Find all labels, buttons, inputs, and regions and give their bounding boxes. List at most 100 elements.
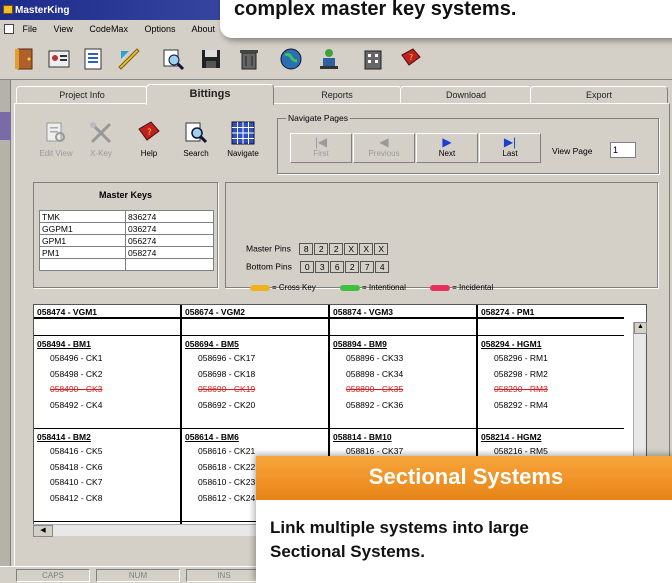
legend-cross-key: = Cross Key [250,283,316,292]
grid-group-row[interactable]: 058694 - BM5 [182,334,328,351]
window-title: MasterKing [15,5,70,16]
grid-row[interactable]: 058418 - CK6 [34,459,180,475]
globe-icon[interactable] [278,46,304,72]
figure-icon[interactable] [316,46,342,72]
callout-line-1: Link multiple systems into large [270,518,529,537]
grid-row[interactable]: 058696 - CK17 [182,350,328,366]
grid-row[interactable]: 058692 - CK20 [182,397,328,413]
help-label: Help [140,149,158,158]
last-page-button[interactable]: ▶| Last [479,133,541,163]
last-label: Last [502,149,518,158]
menu-view[interactable]: View [54,24,73,34]
menu-options[interactable]: Options [144,24,175,34]
grid-column-header[interactable]: 058274 - PM1 [478,305,624,319]
master-key-row[interactable]: GGPM1 036274 [39,222,214,235]
grid-row[interactable]: 058890 - CK35 [330,381,476,397]
search-icon[interactable] [160,46,186,72]
key-name: GGPM1 [39,222,126,235]
grid-group-row[interactable]: 058214 - HGM2 [478,427,624,444]
grid-row[interactable]: 058290 - RM3 [478,381,624,397]
tab-bittings[interactable]: Bittings [146,84,274,105]
grid-row[interactable]: 058490 - CK3 [34,381,180,397]
bottom-pin: 6 [330,261,345,273]
tab-reports[interactable]: Reports [272,86,402,104]
grid-row[interactable]: 058410 - CK7 [34,474,180,490]
grid-row[interactable]: 058296 - RM1 [478,350,624,366]
key-code: 036274 [125,222,214,235]
scroll-up-icon[interactable]: ▲ [634,322,647,334]
grid-row[interactable]: 058698 - CK18 [182,366,328,382]
master-key-row-empty[interactable] [39,258,214,271]
grid-row[interactable]: 058690 - CK19 [182,381,328,397]
master-key-row[interactable]: PM1 058274 [39,246,214,259]
ruler-icon[interactable] [116,46,142,72]
menu-about[interactable]: About [192,24,216,34]
grid-group-row[interactable]: 058494 - BM1 [34,334,180,351]
grid-column-header[interactable]: 058474 - VGM1 [34,305,180,319]
key-legend: = Cross Key = Intentional = Incidental [250,283,515,292]
grid-row[interactable]: 058498 - CK2 [34,366,180,382]
book-icon[interactable]: ? [398,46,424,72]
document-icon[interactable] [80,46,106,72]
help-button[interactable]: ? Help [129,120,169,158]
grid-row[interactable]: 058292 - RM4 [478,397,624,413]
previous-arrow-icon: ◀ [379,135,389,149]
door-icon[interactable] [12,46,38,72]
toolbar: ? [0,40,672,80]
grid-row[interactable]: 058416 - CK5 [34,443,180,459]
scroll-left-icon[interactable]: ◀ [33,525,53,537]
key-name: TMK [39,210,126,223]
grid-group-row[interactable]: 058614 - BM6 [182,427,328,444]
grid-group-row[interactable]: 058814 - BM10 [330,427,476,444]
callout-top: complex master key systems. [220,0,672,38]
next-label: Next [438,149,456,158]
grid-row[interactable]: 058892 - CK36 [330,397,476,413]
grid-column-header[interactable]: 058674 - VGM2 [182,305,328,319]
grid-row[interactable]: 058412 - CK8 [34,490,180,506]
tab-download[interactable]: Download [400,86,532,104]
grid-row[interactable]: 058298 - RM2 [478,366,624,382]
callout-bottom: Sectional Systems Link multiple systems … [256,456,672,583]
navigate-button[interactable]: Navigate [223,120,263,158]
key-name: PM1 [39,246,126,259]
x-key-button[interactable]: X-Key [81,120,121,158]
system-menu-icon[interactable] [4,24,14,34]
grid-group-row[interactable]: 058414 - BM2 [34,427,180,444]
view-page-label: View Page [552,146,593,156]
previous-label: Previous [368,149,400,158]
grid-group-row[interactable]: 058894 - BM9 [330,334,476,351]
building-icon[interactable] [360,46,386,72]
grid-row [478,412,624,428]
grid-row [34,412,180,428]
status-caps: CAPS [16,569,90,582]
next-page-button[interactable]: ▶ Next [416,133,478,163]
search-button[interactable]: Search [176,120,216,158]
status-num: NUM [96,569,180,582]
grid-group-row[interactable]: 058294 - HGM1 [478,334,624,351]
first-page-button[interactable]: |◀ First [290,133,352,163]
trash-icon[interactable] [236,46,262,72]
menu-codemax[interactable]: CodeMax [89,24,128,34]
callout-top-text: complex master key systems. [234,0,517,20]
grid-row[interactable]: 058896 - CK33 [330,350,476,366]
tab-export[interactable]: Export [530,86,668,104]
pins-box: Master Pins 822XXX Bottom Pins 036274 = … [225,182,658,292]
master-key-row[interactable]: GPM1 056274 [39,234,214,247]
edit-view-button[interactable]: Edit View [36,120,76,158]
navigate-label: Navigate [227,149,259,158]
master-pin: X [344,243,359,255]
save-icon[interactable] [198,46,224,72]
id-card-icon[interactable] [46,46,72,72]
previous-page-button[interactable]: ◀ Previous [353,133,415,163]
grid-row[interactable]: 058496 - CK1 [34,350,180,366]
grid-column-header[interactable]: 058874 - VGM3 [330,305,476,319]
last-arrow-icon: ▶| [503,135,517,149]
grid-row[interactable]: 058492 - CK4 [34,397,180,413]
grid-row[interactable]: 058898 - CK34 [330,366,476,382]
key-code: 056274 [125,234,214,247]
view-page-input[interactable]: 1 [610,142,636,158]
master-key-row[interactable]: TMK 836274 [39,210,214,223]
menu-file[interactable]: File [23,24,38,34]
svg-text:?: ? [409,53,413,62]
tab-project-info[interactable]: Project Info [16,86,148,104]
